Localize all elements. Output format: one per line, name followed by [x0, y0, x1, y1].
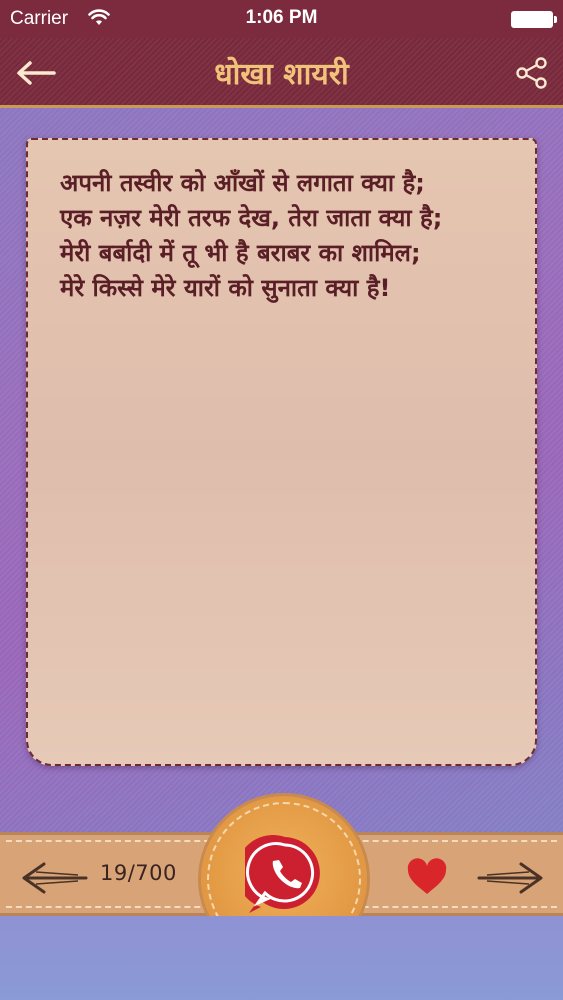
arrow-right-icon — [477, 862, 543, 894]
quote-card: अपनी तस्वीर को आँखों से लगाता क्या है; ए… — [26, 138, 537, 766]
bottom-strip — [0, 916, 563, 1000]
nav-bar: धोखा शायरी — [0, 38, 563, 108]
previous-button[interactable] — [18, 858, 90, 898]
status-bar: Carrier 1:06 PM — [0, 0, 563, 38]
battery-icon — [511, 11, 557, 28]
favorite-button[interactable] — [405, 857, 449, 897]
page-title: धोखा शायरी — [214, 57, 349, 92]
arrow-left-icon — [22, 862, 88, 894]
share-icon — [516, 57, 547, 89]
back-button[interactable] — [14, 58, 58, 88]
heart-icon — [407, 858, 447, 894]
quote-text: अपनी तस्वीर को आँखों से लगाता क्या है; ए… — [60, 166, 520, 306]
quote-counter: 19/700 — [100, 861, 177, 885]
arrow-left-icon — [17, 61, 56, 85]
quote-line: मेरी बर्बादी में तू भी है बराबर का शामिल… — [60, 239, 421, 267]
next-button[interactable] — [475, 858, 547, 898]
quote-line: मेरे किस्से मेरे यारों को सुनाता क्या है… — [60, 274, 391, 302]
share-button[interactable] — [515, 56, 549, 90]
quote-line: अपनी तस्वीर को आँखों से लगाता क्या है; — [60, 169, 425, 197]
quote-line: एक नज़र मेरी तरफ देख, तेरा जाता क्या है; — [60, 204, 443, 232]
clock: 1:06 PM — [245, 7, 318, 28]
whatsapp-icon — [245, 835, 320, 913]
